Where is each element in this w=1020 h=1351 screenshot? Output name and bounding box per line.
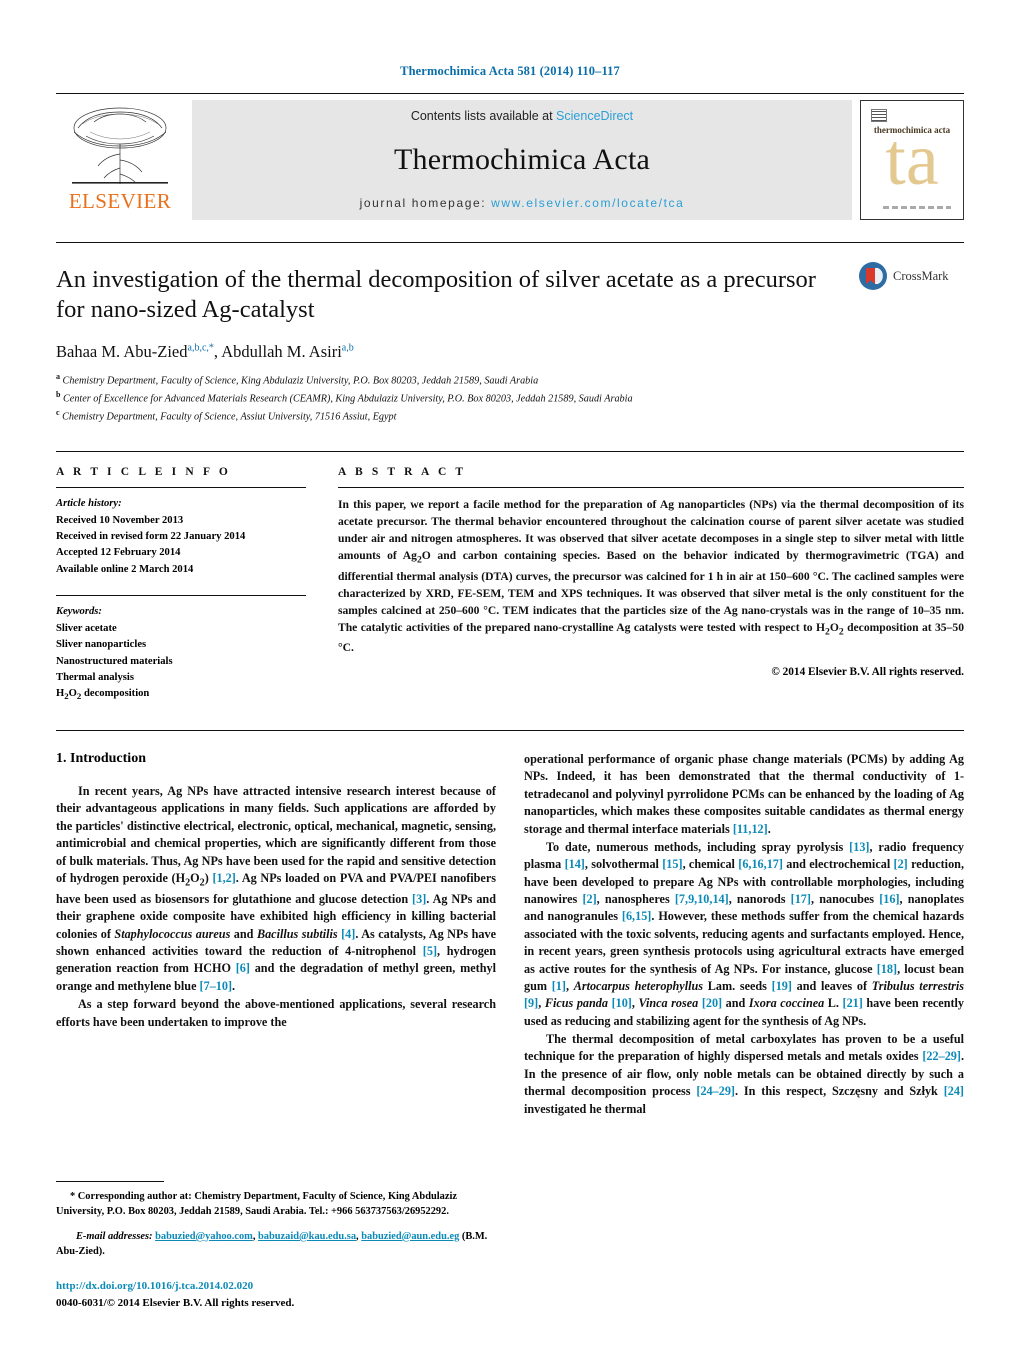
history-item: Received 10 November 2013 [56,514,184,526]
intro-paragraph: In recent years, Ag NPs have attracted i… [56,784,496,993]
title-block: An investigation of the thermal decompos… [56,242,964,425]
author-list: Bahaa M. Abu-Zieda,b,c,*, Abdullah M. As… [56,341,354,361]
info-abstract-section: A R T I C L E I N F O Article history: R… [56,451,964,704]
keywords-title: Keywords: [56,606,102,618]
keywords-divider [56,595,306,597]
elsevier-logo: ELSEVIER [56,100,184,220]
keyword-item: Sliver acetate [56,622,117,634]
abstract-heading: A B S T R A C T [338,466,467,479]
affiliation-a: a Chemistry Department, Faculty of Scien… [56,371,964,389]
doi-link[interactable]: http://dx.doi.org/10.1016/j.tca.2014.02.… [56,1278,496,1295]
abstract-column: A B S T R A C T In this paper, we report… [338,466,964,704]
affiliation-mark-a: a [56,371,60,381]
cover-footer-bar [883,206,951,209]
keyword-item: Sliver nanoparticles [56,639,147,651]
article-info-column: A R T I C L E I N F O Article history: R… [56,466,306,704]
corresponding-author-note: * Corresponding author at: Chemistry Dep… [56,1191,457,1218]
history-item: Received in revised form 22 January 2014 [56,531,246,543]
email-addresses-note: E-mail addresses: babuzied@yahoo.com, ba… [56,1230,488,1257]
email-link[interactable]: babuzied@yahoo.com [155,1231,253,1242]
sciencedirect-link[interactable]: ScienceDirect [556,109,633,123]
elsevier-wordmark: ELSEVIER [68,189,172,213]
intro-paragraph: To date, numerous methods, including spr… [524,839,965,1028]
homepage-url-link[interactable]: www.elsevier.com/locate/tca [491,196,684,210]
abstract-copyright: © 2014 Elsevier B.V. All rights reserved… [771,665,964,678]
cover-journal-title: thermochimica acta [873,125,951,135]
keyword-item: Nanostructured materials [56,655,173,667]
affiliation-text-a: Chemistry Department, Faculty of Science… [62,375,539,387]
crossmark-icon [859,262,887,290]
affiliation-text-c: Chemistry Department, Faculty of Science… [62,411,397,423]
journal-masthead: ELSEVIER Contents lists available at Sci… [56,93,964,220]
affiliation-list: a Chemistry Department, Faculty of Scien… [56,371,964,426]
affiliation-b: b Center of Excellence for Advanced Mate… [56,389,964,407]
keywords-block: Keywords: Sliver acetate Sliver nanopart… [56,595,306,704]
body-right-column: operational performance of organic phase… [524,751,964,1118]
article-first-page: Thermochimica Acta 581 (2014) 110–117 EL… [0,0,1020,1351]
crossmark-label: CrossMark [893,268,949,283]
footnote-divider [56,1181,164,1183]
article-body: 1. Introduction In recent years, Ag NPs … [56,730,964,1118]
running-head: Thermochimica Acta 581 (2014) 110–117 [400,64,620,78]
journal-cover-thumbnail: ta thermochimica acta [860,100,964,220]
info-divider [56,487,306,489]
doi-block: http://dx.doi.org/10.1016/j.tca.2014.02.… [56,1278,496,1311]
history-item: Accepted 12 February 2014 [56,547,181,559]
article-info-heading: A R T I C L E I N F O [56,466,231,479]
affiliation-text-b: Center of Excellence for Advanced Materi… [63,393,633,405]
contents-prefix: Contents lists available at [410,109,557,123]
body-left-column: 1. Introduction In recent years, Ag NPs … [56,751,496,1118]
contents-list-line: Contents lists available at ScienceDirec… [411,109,633,123]
journal-title: Thermochimica Acta [394,142,650,176]
journal-homepage-line: journal homepage: www.elsevier.com/locat… [360,196,685,210]
section-heading-introduction: 1. Introduction [56,751,146,767]
email-link[interactable]: babuzied@aun.edu.eg [361,1231,459,1242]
abstract-divider [338,487,964,489]
keyword-item-h2o2: H2O2 decomposition [56,688,150,702]
homepage-label: journal homepage: [359,196,492,210]
email-link[interactable]: babuzaid@kau.edu.sa [258,1231,356,1242]
intro-paragraph: As a step forward beyond the above-menti… [56,997,496,1029]
affiliation-mark-c: c [56,408,60,418]
intro-paragraph: The thermal decomposition of metal carbo… [524,1032,964,1116]
crossmark-badge[interactable]: CrossMark [858,261,964,291]
footnote-block: * Corresponding author at: Chemistry Dep… [56,1181,496,1259]
email-label: E-mail addresses: [76,1230,153,1242]
article-history-title: Article history: [56,498,122,510]
keyword-item: Thermal analysis [56,671,134,683]
affiliation-mark-b: b [56,389,61,399]
history-item: Available online 2 March 2014 [56,563,194,575]
affiliation-c: c Chemistry Department, Faculty of Scien… [56,407,964,425]
elsevier-tree-icon [72,107,168,184]
abstract-text: In this paper, we report a facile method… [338,498,964,655]
page-title: An investigation of the thermal decompos… [56,266,816,323]
intro-paragraph: operational performance of organic phase… [524,752,964,836]
issn-copyright-line: 0040-6031/© 2014 Elsevier B.V. All right… [56,1296,295,1309]
journal-banner: Contents lists available at ScienceDirec… [192,100,852,220]
